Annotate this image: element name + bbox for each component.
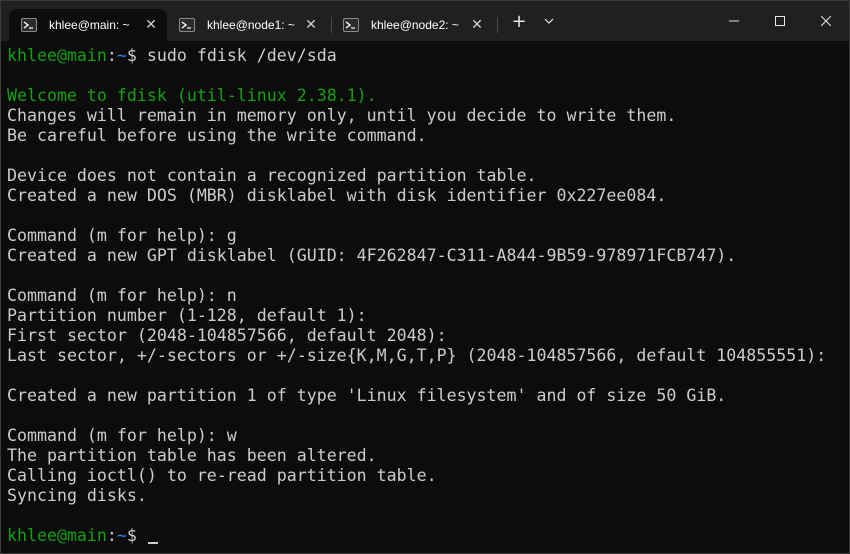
prompt-separator: :	[106, 46, 117, 65]
output-line: The partition table has been altered.	[7, 446, 377, 465]
output-line: Command (m for help): n	[7, 286, 237, 305]
output-line: Created a new partition 1 of type 'Linux…	[7, 386, 727, 405]
text-cursor	[147, 542, 158, 544]
output-lines: Changes will remain in memory only, unti…	[7, 106, 849, 526]
tab-khlee-node1[interactable]: khlee@node1: ~ ✕	[167, 9, 327, 41]
output-line: First sector (2048-104857566, default 20…	[7, 326, 447, 345]
output-line: Changes will remain in memory only, unti…	[7, 106, 677, 125]
chevron-down-icon	[544, 18, 554, 24]
tab-close-icon[interactable]: ✕	[469, 17, 485, 33]
output-line: Calling ioctl() to re-read partition tab…	[7, 466, 437, 485]
new-tab-button[interactable]: +	[505, 1, 533, 41]
tab-khlee-node2[interactable]: khlee@node2: ~ ✕	[331, 9, 493, 41]
terminal-output[interactable]: khlee@main:~$ sudo fdisk /dev/sda Welcom…	[1, 41, 849, 553]
prompt-line: khlee@main:~$	[7, 526, 849, 546]
tab-close-icon[interactable]: ✕	[143, 17, 159, 33]
prompt-line: khlee@main:~$ sudo fdisk /dev/sda	[7, 46, 849, 66]
command-text: sudo fdisk /dev/sda	[136, 46, 337, 65]
output-line: Device does not contain a recognized par…	[7, 166, 537, 185]
prompt-path: ~	[116, 526, 127, 545]
tab-khlee-main[interactable]: khlee@main: ~ ✕	[9, 9, 167, 41]
cursor-space	[137, 526, 147, 545]
output-line: Partition number (1-128, default 1):	[7, 306, 367, 325]
prompt-path: ~	[116, 46, 127, 65]
prompt-user: khlee@main	[7, 526, 107, 545]
prompt-separator: :	[106, 526, 117, 545]
powershell-icon	[343, 18, 359, 32]
minimize-icon	[729, 20, 739, 22]
tab-close-icon[interactable]: ✕	[303, 17, 319, 33]
maximize-button[interactable]	[757, 1, 803, 41]
close-button[interactable]	[803, 1, 849, 41]
output-line: Last sector, +/-sectors or +/-size{K,M,G…	[7, 346, 827, 365]
welcome-line: Welcome to fdisk (util-linux 2.38.1).	[7, 86, 377, 105]
maximize-icon	[775, 16, 785, 26]
close-icon	[821, 16, 831, 26]
tab-label: khlee@node1: ~	[207, 18, 295, 32]
output-line: Be careful before using the write comman…	[7, 126, 427, 145]
output-line: Command (m for help): w	[7, 426, 237, 445]
prompt-user: khlee@main	[7, 46, 107, 65]
output-line: Syncing disks.	[7, 486, 147, 505]
output-line: Command (m for help): g	[7, 226, 237, 245]
terminal-window: khlee@main: ~ ✕ khlee@node1: ~ ✕ khlee@n…	[0, 0, 850, 554]
prompt-sign: $	[126, 526, 137, 545]
minimize-button[interactable]	[711, 1, 757, 41]
tab-dropdown-button[interactable]	[535, 1, 563, 41]
powershell-icon	[179, 18, 195, 32]
output-line: Created a new GPT disklabel (GUID: 4F262…	[7, 246, 737, 265]
tab-label: khlee@node2: ~	[371, 18, 459, 32]
powershell-icon	[21, 18, 37, 32]
prompt-sign: $	[126, 46, 137, 65]
tab-divider	[497, 17, 498, 33]
output-line: Created a new DOS (MBR) disklabel with d…	[7, 186, 667, 205]
title-bar: khlee@main: ~ ✕ khlee@node1: ~ ✕ khlee@n…	[1, 1, 849, 41]
tab-label: khlee@main: ~	[49, 18, 130, 32]
